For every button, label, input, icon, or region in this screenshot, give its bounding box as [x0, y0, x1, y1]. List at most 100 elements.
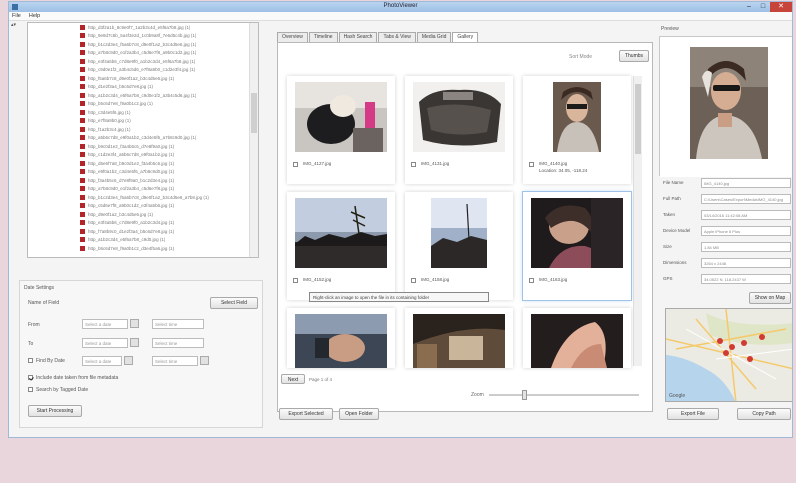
meta-value[interactable]: 03/14/2016 11:42:08 AM [701, 210, 791, 220]
select-field-button[interactable]: Select Field [210, 297, 258, 309]
thumbnail-checkbox[interactable] [411, 278, 416, 283]
tree-item[interactable]: http_e3f4a5b6_c7d8e9f0_a1b2c3d4.jpg (1) [28, 219, 258, 228]
tab-hash-search[interactable]: Hash Search [338, 32, 378, 42]
tab-media-grid[interactable]: Media Grid [416, 32, 452, 42]
meta-value[interactable]: C:\Users\Cases\Export\Media\IMG_4140.jpg [701, 194, 791, 204]
tree-item[interactable]: http_c9d0e1f2_a3b4c5d6_e7f8a9b0_c1d2e3f4… [28, 66, 258, 75]
tree-item[interactable]: http_d3f2a1b_8c9e0f7_1a2b3c4d_e5f6a7b8.j… [28, 23, 258, 32]
thumbnail-card[interactable] [287, 308, 395, 368]
next-page-button[interactable]: Next [281, 374, 305, 384]
menu-file[interactable]: File [12, 13, 21, 19]
tab-overview[interactable]: Overview [277, 32, 308, 42]
find-by-date-checkbox[interactable] [28, 358, 33, 363]
tree-item[interactable]: http_e7f8a9b0.jpg (1) [28, 117, 258, 126]
gallery-scroll-thumb[interactable] [635, 84, 641, 154]
tree-item[interactable]: http_f1a2b3c4.jpg (1) [28, 125, 258, 134]
tree-item[interactable]: http_e9f0a1b2_c3d4e5f6_a7b8c9d0.jpg (1) [28, 168, 258, 177]
thumbnail-card[interactable]: IMG_4131.jpg [405, 76, 513, 184]
thumbnail-image[interactable] [413, 314, 505, 368]
thumbnail-image[interactable] [531, 82, 623, 152]
thumbnail-card[interactable] [523, 308, 631, 368]
clock-icon[interactable] [200, 356, 209, 365]
tree-item[interactable]: http_b9c0d1e2_f3a4b5c6_d7e8f9a0.jpg (1) [28, 142, 258, 151]
tree-item[interactable]: http_c5d6e7f8_a9b0c1d2_e3f4a5b6.jpg (1) [28, 202, 258, 211]
thumbnail-checkbox[interactable] [529, 278, 534, 283]
menu-help[interactable]: Help [29, 13, 40, 19]
tree-item[interactable]: http_b5c6d7e8_f9a0b1c2.jpg (1) [28, 100, 258, 109]
meta-value[interactable]: 3264 x 2448 [701, 258, 791, 268]
thumbnail-card[interactable]: IMG_4140.jpg Location: 34.05, -118.24 [523, 76, 631, 184]
thumbnail-image[interactable] [531, 314, 623, 368]
calendar-icon[interactable] [124, 356, 133, 365]
thumbnail-image[interactable] [413, 198, 505, 268]
thumbnail-checkbox[interactable] [529, 162, 534, 167]
preview-image[interactable] [660, 37, 793, 177]
thumbnail-image[interactable] [531, 198, 623, 268]
meta-value[interactable]: Apple iPhone 6 Plus [701, 226, 791, 236]
zoom-slider[interactable] [489, 390, 639, 400]
tree-scrollbar[interactable] [249, 23, 258, 257]
tree-item[interactable]: http_c3d4e5f6.jpg (1) [28, 108, 258, 117]
tree-item[interactable]: http_b1c2d3e4_f5a6b7c8_d9e0f1a2_b3c4d5e6… [28, 193, 258, 202]
start-processing-button[interactable]: Start Processing [28, 405, 82, 417]
tree-item[interactable]: http_a7b8c9d0_e1f2a3b4_c5d6e7f8_a9b0c1d2… [28, 49, 258, 58]
thumbnail-card-selected[interactable]: IMG_4163.jpg [523, 192, 631, 300]
location-map[interactable]: Google [665, 308, 792, 402]
tree-item[interactable]: http_9e8d7c6b_5a4f3e2d_1c0b9a8f_7e6d5c4b… [28, 32, 258, 41]
by-time-input[interactable]: Select time [152, 356, 198, 366]
thumbnail-checkbox[interactable] [293, 278, 298, 283]
thumbnail-checkbox[interactable] [293, 162, 298, 167]
tree-item[interactable]: http_a1b2c3d4_e5f6a7b8_c9d0.jpg (1) [28, 236, 258, 245]
minimize-icon[interactable]: – [742, 2, 756, 12]
from-time-input[interactable]: Select time [152, 319, 204, 329]
thumbnail-card[interactable]: IMG_4127.jpg [287, 76, 395, 184]
tree-item[interactable]: http_a1b2c3d4_e5f6a7b8_c9d0e1f2_a3b4c5d6… [28, 91, 258, 100]
thumbnail-image[interactable] [295, 82, 387, 152]
tree-item[interactable]: http_f5a6b7c8_d9e0f1a2_b3c4d5e6.jpg (1) [28, 74, 258, 83]
export-file-button[interactable]: Export File [667, 408, 719, 420]
thumbnail-card[interactable] [405, 308, 513, 368]
tree-item[interactable]: http_c1d2e3f4_a5b6c7d8_e9f0a1b2.jpg (1) [28, 151, 258, 160]
copy-path-button[interactable]: Copy Path [737, 408, 791, 420]
tree-item[interactable]: http_d9e0f1a2_b3c4d5e6.jpg (1) [28, 210, 258, 219]
tree-item[interactable]: http_d5e6f7a8_b9c0d1e2_f3a4b5c6.jpg (1) [28, 159, 258, 168]
maximize-icon[interactable]: □ [756, 2, 770, 12]
meta-value[interactable]: 1.84 MB [701, 242, 791, 252]
meta-value[interactable]: 34.0522 N, 118.2437 W [701, 274, 791, 284]
tab-gallery[interactable]: Gallery [452, 32, 479, 42]
from-date-input[interactable]: Select a date [82, 319, 128, 329]
thumbs-view-button[interactable]: Thumbs [619, 50, 649, 62]
thumbnail-image[interactable] [413, 82, 505, 152]
thumbnail-checkbox[interactable] [411, 162, 416, 167]
zoom-slider-knob[interactable] [522, 390, 527, 400]
close-icon[interactable]: ✕ [770, 2, 792, 12]
calendar-icon[interactable] [130, 319, 139, 328]
thumbnail-card[interactable]: IMG_4158.jpg [405, 192, 513, 300]
tree-item[interactable]: http_d1e2f3a4_b5c6d7e8.jpg (1) [28, 83, 258, 92]
gallery-scrollbar[interactable] [633, 76, 642, 366]
tree-item[interactable]: http_a5b6c7d8_e9f0a1b2_c3d4e5f6_a7b8c9d0… [28, 134, 258, 143]
meta-value[interactable]: IMG_4140.jpg [701, 178, 791, 188]
show-on-map-button[interactable]: Show on Map [749, 292, 791, 304]
tree-item[interactable]: http_f3a4b5c6_d7e8f9a0_b1c2d3e4.jpg (1) [28, 176, 258, 185]
calendar-icon[interactable] [130, 338, 139, 347]
thumbnail-image[interactable] [295, 198, 387, 268]
tab-timeline[interactable]: Timeline [308, 32, 338, 42]
thumbnail-image[interactable] [295, 314, 387, 368]
tree-scroll-thumb[interactable] [251, 93, 257, 133]
tree-item[interactable]: http_f7a8b9c0_d1e2f3a4_b5c6d7e8.jpg (1) [28, 227, 258, 236]
file-tree[interactable]: http_d3f2a1b_8c9e0f7_1a2b3c4d_e5f6a7b8.j… [27, 22, 259, 258]
by-date-input[interactable]: Select a date [82, 356, 122, 366]
tree-item[interactable]: http_e3f4a5b6_c7d8e9f0_a1b2c3d4_e5f6a7b8… [28, 57, 258, 66]
tab-tabs-view[interactable]: Tabs & View [378, 32, 416, 42]
export-selected-button[interactable]: Export Selected [279, 408, 333, 420]
tagged-date-checkbox[interactable] [28, 387, 33, 392]
tree-item[interactable]: http_a7b8c9d0_e1f2a3b4_c5d6e7f8.jpg (1) [28, 185, 258, 194]
tree-item[interactable]: http_b1c2d3e4_f5a6b7c8_d9e0f1a2_b3c4d5e6… [28, 40, 258, 49]
to-date-input[interactable]: Select a date [82, 338, 128, 348]
collapse-icon[interactable]: ▴▾ [11, 22, 19, 36]
open-folder-button[interactable]: Open Folder [339, 408, 379, 420]
tree-item[interactable]: http_b5c6d7e8_f9a0b1c2_d3e4f5a6.jpg (1) [28, 244, 258, 253]
thumbnail-card[interactable]: IMG_4152.jpg [287, 192, 395, 300]
include-metadata-checkbox[interactable] [28, 375, 33, 380]
